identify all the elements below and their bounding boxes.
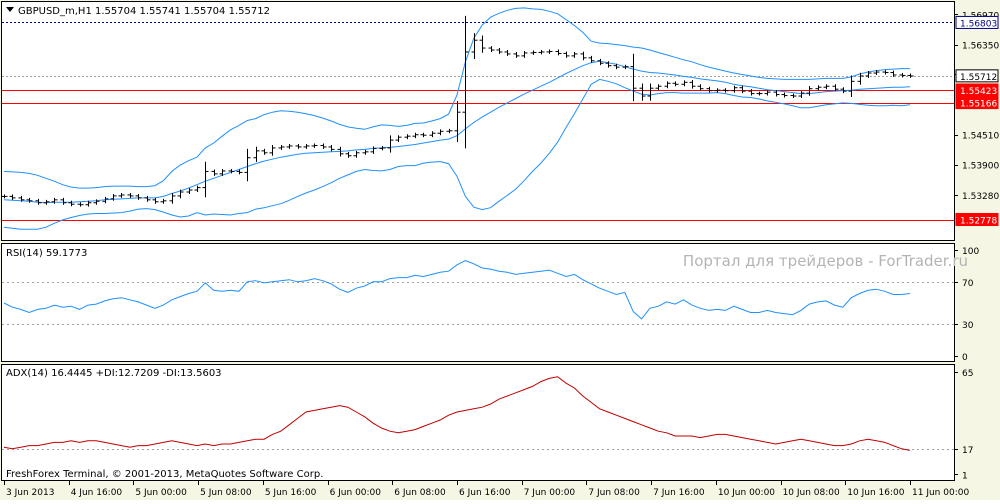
time-tick-label: 6 Jun 00:00 — [330, 488, 382, 498]
chart-window: 1.569701.563501.545101.539001.5328010070… — [0, 0, 1000, 500]
price-tick-label: 1.54510 — [962, 132, 999, 142]
adx-tick-label: 1 — [962, 471, 968, 481]
time-tick-label: 6 Jun 16:00 — [459, 488, 511, 498]
price-level-label: 1.55712 — [960, 73, 997, 83]
time-tick-label: 5 Jun 08:00 — [200, 488, 252, 498]
rsi-tick-label: 0 — [962, 353, 968, 363]
rsi-tick-label: 30 — [962, 321, 974, 331]
adx-tick-label: 17 — [962, 446, 973, 456]
time-tick-label: 10 Jun 16:00 — [847, 488, 904, 498]
time-tick-label: 7 Jun 16:00 — [653, 488, 705, 498]
price-tick-label: 1.53900 — [962, 162, 999, 172]
time-tick-label: 5 Jun 00:00 — [135, 488, 187, 498]
rsi-title: RSI(14) 59.1773 — [6, 248, 87, 259]
adx-title: ADX(14) 16.4445 +DI:12.7209 -DI:13.5603 — [6, 368, 222, 379]
time-tick-label: 6 Jun 08:00 — [394, 488, 446, 498]
price-level-label: 1.52778 — [960, 217, 997, 227]
price-tick-label: 1.56350 — [962, 42, 999, 52]
time-tick-label: 4 Jun 16:00 — [71, 488, 123, 498]
price-level-label: 1.56803 — [960, 19, 997, 29]
trading-chart: 1.569701.563501.545101.539001.5328010070… — [0, 0, 1000, 500]
time-tick-label: 7 Jun 08:00 — [588, 488, 640, 498]
price-tick-label: 1.53280 — [962, 192, 999, 202]
price-title: GBPUSD_m,H1 1.55704 1.55741 1.55704 1.55… — [18, 6, 270, 17]
footer-copyright: FreshForex Terminal, © 2001-2013, MetaQu… — [6, 469, 323, 480]
rsi-tick-label: 70 — [962, 279, 974, 289]
price-level-label: 1.55166 — [960, 100, 997, 110]
price-title-group: GBPUSD_m,H1 1.55704 1.55741 1.55704 1.55… — [6, 6, 270, 17]
price-level-label: 1.55423 — [960, 87, 997, 97]
adx-pane[interactable] — [1, 364, 955, 481]
time-tick-label: 10 Jun 08:00 — [783, 488, 840, 498]
time-tick-label: 7 Jun 00:00 — [524, 488, 576, 498]
price-pane[interactable] — [1, 1, 955, 241]
time-tick-label: 10 Jun 00:00 — [718, 488, 775, 498]
watermark: Портал для трейдеров - ForTrader.ru — [683, 252, 968, 270]
adx-tick-label: 65 — [962, 369, 973, 379]
time-tick-label: 5 Jun 16:00 — [265, 488, 317, 498]
time-tick-label: 3 Jun 2013 — [6, 488, 54, 498]
time-tick-label: 11 Jun 00:00 — [912, 488, 969, 498]
